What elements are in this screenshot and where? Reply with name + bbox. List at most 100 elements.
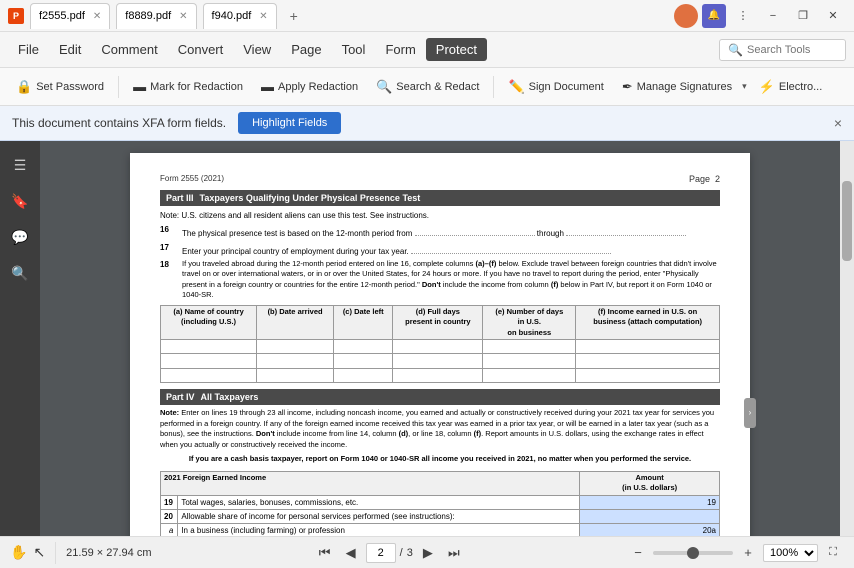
amount-header: Amount(in U.S. dollars)	[580, 471, 720, 495]
menu-view[interactable]: View	[233, 38, 281, 61]
notification-icon[interactable]: 🔔	[702, 4, 726, 28]
line-20a-amount[interactable]: 20a	[580, 524, 720, 536]
menu-page[interactable]: Page	[281, 38, 331, 61]
menu-convert[interactable]: Convert	[168, 38, 234, 61]
electro-button[interactable]: ⚡ Electro...	[751, 75, 831, 99]
vertical-scrollbar[interactable]	[840, 141, 854, 536]
line-17-field[interactable]	[411, 242, 611, 254]
line-18-num: 18	[160, 259, 176, 270]
tab-close-f2555[interactable]: ✕	[93, 11, 101, 22]
profile-avatar[interactable]	[674, 4, 698, 28]
zoom-out-button[interactable]: −	[627, 542, 649, 564]
tab-f8889[interactable]: f8889.pdf ✕	[116, 3, 196, 29]
cash-basis-note: If you are a cash basis taxpayer, report…	[160, 454, 720, 465]
set-password-label: Set Password	[36, 81, 104, 93]
tab-close-f8889[interactable]: ✕	[179, 11, 187, 22]
minimize-button[interactable]: −	[760, 3, 786, 29]
xfa-message: This document contains XFA form fields.	[12, 116, 226, 130]
menu-comment[interactable]: Comment	[91, 38, 167, 61]
menu-bar: File Edit Comment Convert View Page Tool…	[0, 32, 854, 68]
sign-document-button[interactable]: ✏️ Sign Document	[500, 75, 611, 99]
sidebar-icon-comments[interactable]: 💬	[4, 221, 36, 253]
line-16-from-field[interactable]	[415, 224, 535, 236]
part3-note: Note: U.S. citizens and all resident ali…	[160, 210, 720, 221]
prev-page-button[interactable]: ◀	[340, 542, 362, 564]
toolbar-separator-1	[118, 76, 119, 98]
line-18-text: If you traveled abroad during the 12-mon…	[182, 259, 720, 301]
document-scroll[interactable]: › Form 2555 (2021) Page 2 Part III Taxpa…	[40, 141, 840, 536]
scroll-thumb[interactable]	[842, 181, 852, 261]
line-20a-row: a In a business (including farming) or p…	[161, 524, 720, 536]
col-header-c: (c) Date left	[334, 305, 393, 340]
app-icon: P	[8, 8, 24, 24]
tab-close-f940[interactable]: ✕	[259, 11, 267, 22]
part3-label: Part III	[166, 192, 194, 205]
title-bar: P f2555.pdf ✕ f8889.pdf ✕ f940.pdf ✕ + 🔔…	[0, 0, 854, 32]
sign-doc-icon: ✏️	[508, 79, 524, 95]
zoom-slider[interactable]	[653, 551, 733, 555]
tab-f940[interactable]: f940.pdf ✕	[203, 3, 277, 29]
expand-handle[interactable]: ›	[744, 398, 756, 428]
col-header-d: (d) Full dayspresent in country	[393, 305, 483, 340]
fit-page-button[interactable]: ⛶	[822, 542, 844, 564]
search-redact-icon: 🔍	[376, 79, 392, 95]
line-19-amount[interactable]: 19	[580, 495, 720, 509]
electro-label: Electro...	[779, 81, 822, 93]
line-20-amount[interactable]	[580, 510, 720, 524]
xfa-close-button[interactable]: ×	[834, 115, 842, 131]
menu-protect[interactable]: Protect	[426, 38, 487, 61]
apply-redaction-button[interactable]: ▬ Apply Redaction	[253, 75, 366, 98]
menu-form[interactable]: Form	[375, 38, 425, 61]
tab-f2555[interactable]: f2555.pdf ✕	[30, 3, 110, 29]
zoom-slider-thumb[interactable]	[687, 547, 699, 559]
line-20-num: 20	[161, 510, 178, 524]
menu-tool[interactable]: Tool	[332, 38, 376, 61]
mark-redaction-button[interactable]: ▬ Mark for Redaction	[125, 75, 251, 98]
income-table: 2021 Foreign Earned Income Amount(in U.S…	[160, 471, 720, 536]
redaction-apply-icon: ▬	[261, 79, 274, 94]
last-page-button[interactable]: ⏭	[443, 542, 465, 564]
lock-icon: 🔒	[16, 79, 32, 95]
cursor-tool-icon[interactable]: ↖	[33, 544, 45, 561]
restore-button[interactable]: ❐	[790, 3, 816, 29]
menu-edit[interactable]: Edit	[49, 38, 91, 61]
highlight-fields-button[interactable]: Highlight Fields	[238, 112, 341, 134]
toolbar-separator-2	[493, 76, 494, 98]
form-number: Form 2555 (2021)	[160, 173, 224, 186]
line-16-num: 16	[160, 224, 176, 235]
first-page-button[interactable]: ⏮	[314, 542, 336, 564]
close-button[interactable]: ✕	[820, 3, 846, 29]
search-redact-button[interactable]: 🔍 Search & Redact	[368, 75, 487, 99]
line-16-through-field[interactable]	[566, 224, 686, 236]
manage-signatures-button[interactable]: ✒ Manage Signatures	[614, 75, 740, 99]
line-20-row: 20 Allowable share of income for persona…	[161, 510, 720, 524]
manage-signatures-arrow[interactable]: ▾	[740, 77, 749, 96]
line-17-text: Enter your principal country of employme…	[182, 242, 720, 257]
main-area: ☰ 🔖 💬 🔍 › Form 2555 (2021) Page 2	[0, 141, 854, 536]
search-tools-icon: 🔍	[728, 43, 743, 57]
part4-title: All Taxpayers	[201, 391, 259, 404]
line-17-num: 17	[160, 242, 176, 253]
line-20-text: Allowable share of income for personal s…	[178, 510, 580, 524]
line-19-num: 19	[161, 495, 178, 509]
title-bar-left: P f2555.pdf ✕ f8889.pdf ✕ f940.pdf ✕ +	[8, 3, 674, 29]
zoom-select[interactable]: 100% 75% 125% 150% 200%	[763, 544, 818, 562]
next-page-button[interactable]: ▶	[417, 542, 439, 564]
document-area: › Form 2555 (2021) Page 2 Part III Taxpa…	[40, 141, 840, 536]
page-number-input[interactable]	[366, 543, 396, 563]
col-header-e: (e) Number of daysin U.S.on business	[483, 305, 576, 340]
search-tools-input[interactable]	[747, 44, 837, 56]
zoom-in-button[interactable]: +	[737, 542, 759, 564]
hand-tool-icon[interactable]: ✋	[10, 544, 27, 561]
more-options-button[interactable]: ⋮	[730, 3, 756, 29]
manage-signatures-label: Manage Signatures	[637, 81, 732, 93]
menu-file[interactable]: File	[8, 38, 49, 61]
search-tools-input-wrapper[interactable]: 🔍	[719, 39, 846, 61]
sidebar-icon-search[interactable]: 🔍	[4, 257, 36, 289]
page-indicator: Page 2	[689, 173, 720, 186]
set-password-button[interactable]: 🔒 Set Password	[8, 75, 112, 99]
part3-table: (a) Name of country(including U.S.) (b) …	[160, 305, 720, 383]
new-tab-button[interactable]: +	[283, 5, 305, 27]
sidebar-icon-bookmarks[interactable]: 🔖	[4, 185, 36, 217]
sidebar-icon-thumbnails[interactable]: ☰	[4, 149, 36, 181]
